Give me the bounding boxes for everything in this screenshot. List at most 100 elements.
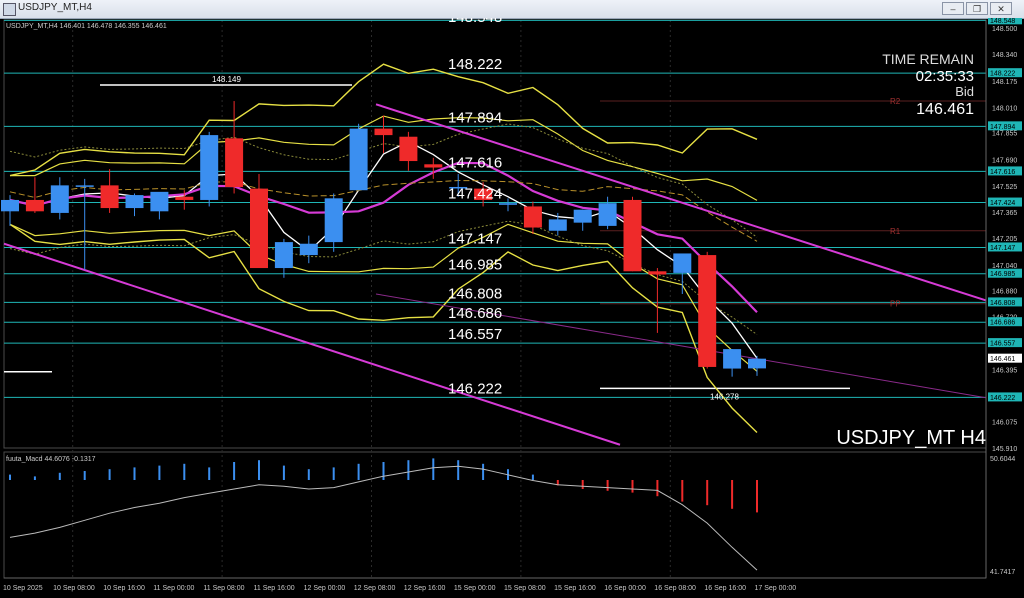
window-title: USDJPY_MT,H4 [18,2,92,13]
chart-labels: 148.222 147.894 147.616 147.424 147.147 146.9… [6,18,986,449]
macd-panel: fuuta_Macd 44.6076 -0.1317 50.6044 41.7417 [6,456,1015,576]
chart-header: USDJPY_MT,H4 146.401 146.478 146.355 146… [6,23,167,30]
price-tick-label: 147.205 [992,236,1017,243]
candle-bear [399,136,418,162]
window-titlebar[interactable]: USDJPY_MT,H4 – ❐ ✕ [0,0,1024,19]
time-axis: 10 Sep 2025 10 Sep 08:00 10 Sep 16:00 11 Se… [3,577,986,592]
time-tick-label: 10 Sep 2025 [3,585,43,592]
candle-bear [698,255,717,367]
candle-bear [623,199,642,272]
bid-value: 146.461 [916,101,974,118]
level-label: 147.616 [448,154,502,171]
price-tag-label: 146.222 [990,395,1015,402]
price-tick-label: 148.010 [992,106,1017,113]
time-tick-label: 12 Sep 08:00 [354,585,396,592]
time-tick-label: 10 Sep 16:00 [103,585,145,592]
candle-bull [499,203,517,205]
price-tag-label: 147.616 [990,169,1015,176]
ma-fast-white [9,140,758,359]
candle-bull [150,191,169,212]
candle-bull [75,185,94,187]
price-tick-label: 148.340 [992,52,1017,59]
price-tag-label: 146.686 [990,320,1015,327]
time-tick-label: 12 Sep 00:00 [304,585,346,592]
candle-bull [673,253,692,273]
price-tick-label: 147.855 [992,131,1017,138]
price-tag-label: 146.808 [990,300,1015,307]
level-label: 146.686 [448,305,502,322]
candle-bull [274,242,293,269]
candle-bull [125,195,144,209]
time-tick-label: 16 Sep 08:00 [654,585,696,592]
level-label: 147.147 [448,230,502,247]
candle-bull [200,135,219,200]
price-axis: 148.500 148.340 148.175 148.010 147.855 147.6… [985,18,1022,578]
level-label: 148.222 [448,56,502,73]
price-tag-label: 147.894 [990,124,1015,131]
swing-high-label: 148.149 [212,75,241,84]
time-tick-label: 15 Sep 08:00 [504,585,546,592]
time-tick-label: 10 Sep 08:00 [53,585,95,592]
level-label: 147.894 [448,109,502,126]
pivot-label: PP [890,300,901,309]
candle-bear [648,271,667,275]
candle-bear [225,138,244,187]
candle-bear [424,164,443,168]
candle-bull [748,358,766,369]
candle-bull [723,349,742,369]
time-tick-label: 17 Sep 00:00 [755,585,797,592]
candle-bull [548,219,567,231]
restore-button[interactable]: ❐ [966,2,988,15]
candle-bull [349,128,368,191]
bid-label: Bid [955,84,974,99]
price-tick-label: 146.880 [992,289,1017,296]
candle-bull [299,243,318,256]
macd-tick-label: 41.7417 [990,569,1015,576]
price-tick-label: 147.365 [992,210,1017,217]
price-tick-label: 148.175 [992,79,1017,86]
candle-bull [573,209,592,223]
top-cut-label: 148.548 [448,18,502,26]
moving-averages [9,140,758,359]
time-remain-value: 02:35:33 [916,68,974,85]
level-label: 146.222 [448,380,502,397]
time-remain-label: TIME REMAIN [882,51,974,67]
level-label: 146.557 [448,326,502,343]
candle-bear [523,206,542,228]
candle-bear [25,199,44,212]
price-tick-label: 147.690 [992,157,1017,164]
price-tag-label: 148.548 [990,18,1015,25]
minimize-button[interactable]: – [942,2,964,15]
level-label: 146.808 [448,285,502,302]
price-tag-label: 148.222 [990,71,1015,78]
candle-bull [1,199,19,212]
pivot-label: R2 [890,97,901,106]
candle-bull [50,185,69,213]
price-chart[interactable]: 148.222 147.894 147.616 147.424 147.147 146.9… [0,18,1024,598]
price-tick-label: 146.075 [992,419,1017,426]
candle-bull [598,203,617,226]
time-tick-label: 16 Sep 16:00 [704,585,746,592]
price-tick-label: 145.910 [992,446,1017,453]
time-tick-label: 15 Sep 16:00 [554,585,596,592]
price-tag-label: 147.147 [990,245,1015,252]
candle-bear [374,128,393,136]
price-tag-label: 147.424 [990,200,1015,207]
bollinger-lower-outer [9,223,758,433]
candle-bear [250,188,268,269]
candles [1,101,766,377]
price-tag-label: 146.557 [990,341,1015,348]
price-tick-label: 147.525 [992,184,1017,191]
mt-chart-window: USDJPY_MT,H4 – ❐ ✕ 148.222 147.894 147.616… [0,0,1024,598]
candle-bull [324,198,343,243]
time-tick-label: 16 Sep 00:00 [604,585,646,592]
price-tag-label: 146.985 [990,271,1015,278]
macd-signal-line [9,465,758,571]
level-label: 146.985 [448,257,502,274]
price-tag-label: 146.461 [990,356,1015,363]
time-tick-label: 11 Sep 16:00 [254,585,295,592]
time-tick-label: 11 Sep 08:00 [203,585,244,592]
pivot-label: R1 [890,227,901,236]
close-button[interactable]: ✕ [990,2,1012,15]
macd-tick-label: 50.6044 [990,456,1015,463]
